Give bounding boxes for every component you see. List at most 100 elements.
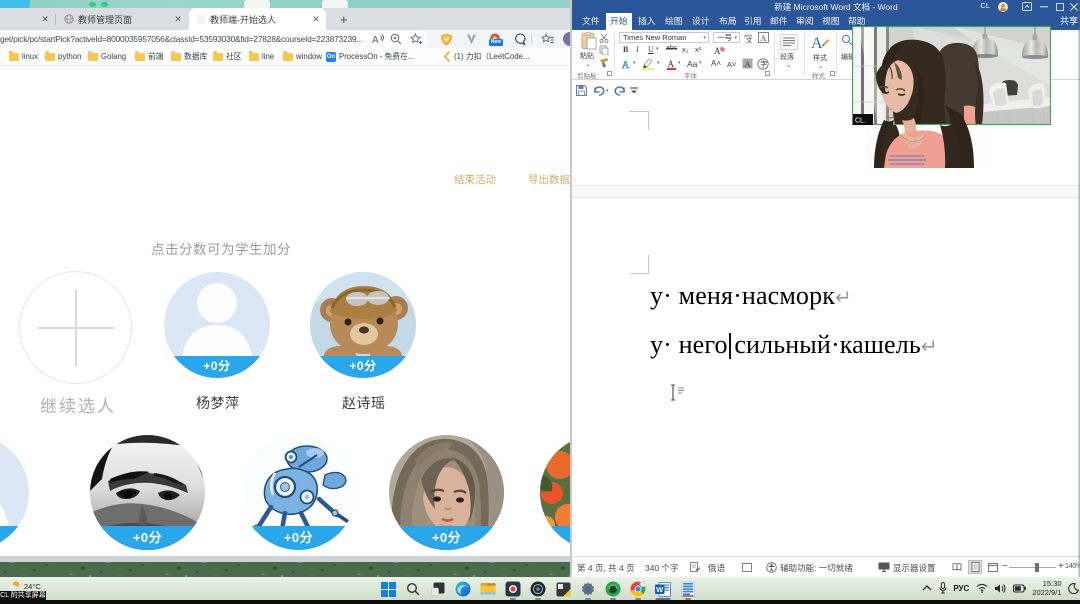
undo-dropdown[interactable]: ▾ [606, 88, 609, 94]
undo-icon[interactable] [593, 85, 605, 96]
bookmark-folder[interactable]: line [249, 48, 274, 65]
browser-tab-active[interactable]: 教师端-开始选人 ✕ [189, 8, 326, 30]
browser-tab-admin[interactable]: 教师管理页面 ✕ [56, 8, 188, 30]
tray-expand-icon[interactable] [922, 584, 932, 592]
speaker-icon[interactable] [994, 583, 1006, 594]
paste-dropdown[interactable]: ⌄ [585, 60, 590, 68]
taskbar-green-app-button[interactable] [603, 579, 623, 599]
account-avatar[interactable] [998, 2, 1008, 12]
status-language[interactable]: 俄语 [708, 562, 725, 574]
student-avatar-robot[interactable]: +0分 [241, 435, 356, 550]
share-button[interactable]: 共享 [1060, 13, 1078, 30]
read-mode-button[interactable] [950, 560, 964, 574]
student-avatar-placeholder[interactable]: +0分 [164, 272, 270, 378]
shrink-font-button[interactable]: A˅ [727, 60, 736, 69]
tab-layout[interactable]: 布局 [715, 13, 741, 30]
taskbar-player-button[interactable] [553, 579, 573, 599]
tab-mailings[interactable]: 邮件 [766, 13, 792, 30]
taskbar-explorer-button[interactable] [478, 579, 498, 599]
zoom-in-button[interactable]: + [1058, 561, 1064, 572]
zoom-slider-track[interactable] [1009, 567, 1056, 568]
battery-icon[interactable] [1013, 584, 1026, 593]
cut-icon[interactable] [599, 33, 609, 43]
clipboard-dialog-launcher[interactable] [607, 71, 612, 76]
grow-font-button[interactable]: A˄ [711, 59, 721, 68]
accessibility-icon[interactable] [766, 562, 777, 573]
student-avatar-eyes[interactable]: +0分 [90, 435, 205, 550]
styles-dropdown[interactable]: ⌄ [818, 62, 823, 70]
tab-draw[interactable]: 绘图 [661, 13, 687, 30]
word-document[interactable]: у· меня·насморк↵ у· него сильный·кашель↵ [572, 101, 1080, 556]
maximize-icon[interactable] [1056, 3, 1064, 11]
microphone-icon[interactable] [939, 582, 947, 594]
score-banner[interactable]: +0分 [241, 526, 356, 550]
student-avatar-partial-left[interactable]: +0分 [0, 435, 29, 550]
tab-close-icon[interactable]: ✕ [40, 14, 50, 24]
tab-home[interactable]: 开始 [606, 13, 632, 30]
change-case-dropdown[interactable]: ▾ [699, 60, 702, 66]
copy-icon[interactable] [599, 45, 609, 55]
zoom-icon[interactable] [390, 33, 402, 45]
character-border-icon[interactable]: A [758, 32, 769, 43]
tray-clock[interactable]: 15:30 2022/9/1 [1032, 579, 1061, 597]
paragraph-dropdown[interactable]: ⌄ [786, 61, 791, 69]
score-banner[interactable]: +0分 [164, 356, 270, 378]
new-tab-button[interactable]: + [340, 12, 348, 27]
score-banner[interactable]: +0分 [310, 356, 416, 378]
bookmark-folder[interactable]: window [283, 48, 322, 65]
tab-file[interactable]: 文件 [578, 13, 604, 30]
taskbar-start-button[interactable] [378, 579, 398, 599]
bookmark-folder[interactable]: 社区 [213, 48, 242, 65]
bookmark-folder[interactable]: 数据库 [171, 48, 207, 65]
font-dialog-launcher[interactable] [765, 71, 770, 76]
save-icon[interactable] [576, 85, 587, 96]
keyboard-layout[interactable]: РУС [953, 584, 969, 593]
bookmark-leetcode[interactable]: (1) 力扣（LeetCode... [442, 48, 529, 65]
browser-tab-partial[interactable]: ✕ [0, 8, 55, 30]
profile-avatar[interactable] [563, 32, 570, 46]
font-color-icon[interactable]: A [666, 58, 677, 70]
student-avatar-girl[interactable]: +0分 [389, 435, 504, 550]
print-layout-button[interactable] [968, 560, 982, 574]
collections-star-icon[interactable] [541, 33, 554, 45]
styles-icon[interactable]: A [810, 33, 830, 52]
tab-close-icon[interactable]: ✕ [311, 14, 321, 24]
bookmark-folder[interactable]: python [45, 48, 81, 65]
qat-customize-button[interactable] [630, 87, 638, 94]
score-banner[interactable]: +0分 [90, 526, 205, 550]
text-effects-icon[interactable]: A [621, 58, 633, 69]
tab-close-icon[interactable]: ✕ [173, 14, 183, 24]
notification-moon-icon[interactable] [1068, 583, 1079, 594]
status-words[interactable]: 340 个字 [645, 562, 679, 574]
continue-pick-button[interactable] [19, 271, 132, 384]
subscript-button[interactable]: x₂ [682, 45, 689, 54]
extension-shield-icon[interactable] [440, 33, 453, 46]
highlight-icon[interactable] [642, 58, 655, 70]
underline-button[interactable]: U [648, 45, 654, 54]
text-effects-dropdown[interactable]: ▾ [633, 60, 636, 66]
strikethrough-button[interactable]: abc [666, 45, 677, 52]
export-data-button[interactable]: 导出数据 [528, 172, 570, 187]
bookmark-processon[interactable]: On ProcessOn - 免费在... [326, 48, 414, 65]
taskbar-edge-button[interactable] [453, 579, 473, 599]
phonetic-guide-icon[interactable]: wén 文 [744, 32, 755, 43]
score-banner[interactable]: +0分 [389, 526, 504, 550]
proofing-icon[interactable] [690, 562, 700, 572]
taskbar-recorder-button[interactable] [503, 579, 523, 599]
bold-button[interactable]: B [623, 45, 628, 54]
font-color-dropdown[interactable]: ▾ [678, 60, 681, 66]
taskbar-notes-app-button[interactable] [678, 579, 698, 599]
end-activity-button[interactable]: 结束活动 [454, 172, 496, 187]
highlight-dropdown[interactable]: ▾ [657, 60, 660, 66]
clear-formatting-icon[interactable]: A [714, 45, 726, 55]
zoom-slider-thumb[interactable] [1035, 563, 1039, 572]
redo-icon[interactable] [614, 85, 626, 96]
tab-design[interactable]: 设计 [688, 13, 714, 30]
extension-v-icon[interactable] [465, 33, 478, 46]
bookmark-folder[interactable]: Golang [88, 48, 126, 65]
student-avatar-bear[interactable]: +0分 [310, 272, 416, 378]
address-bar[interactable]: get/pick/pc/startPick?activeId=800003595… [0, 30, 428, 48]
read-aloud-icon[interactable]: A [371, 33, 384, 45]
ribbon-display-options-icon[interactable] [1022, 2, 1032, 11]
tab-references[interactable]: 引用 [740, 13, 766, 30]
